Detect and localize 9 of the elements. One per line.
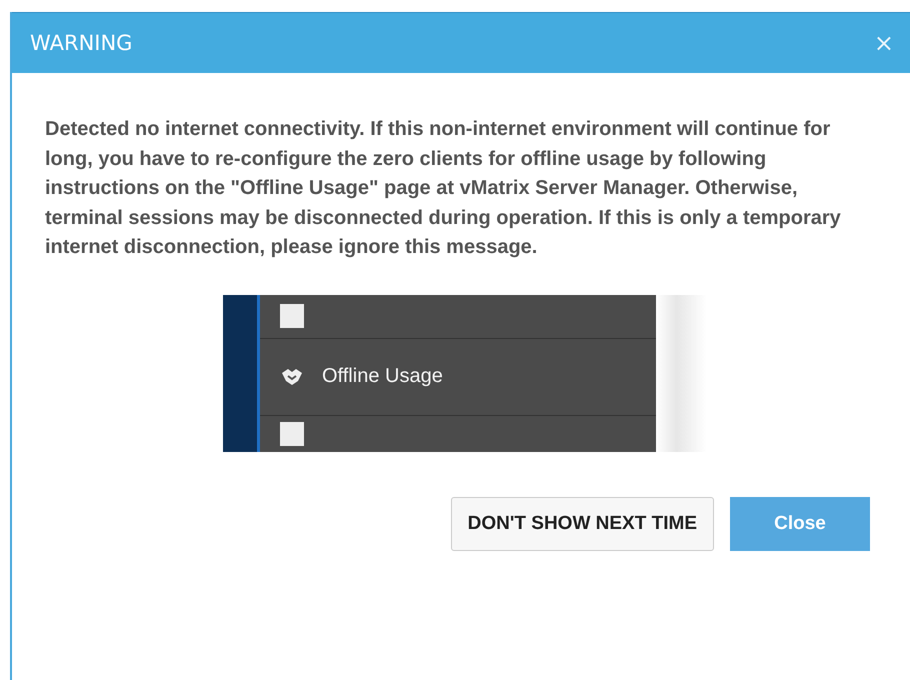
tile-icon [280, 304, 304, 328]
tile-icon [280, 422, 304, 446]
close-button[interactable]: × [870, 29, 898, 57]
menu-item-label: Offline Usage [322, 365, 443, 388]
warning-message: Detected no internet connectivity. If this non-internet environment will continue for long, you have to re-configure the zero clients for offline usage by following instructions on the "Offline Usage" page at vMatrix Server Manager. Otherwise, terminal sessions may be disconnected during operation. If this is only a temporary internet disconnection, please ignore this message. [45, 117, 842, 260]
dialog-button[interactable]: DON'T SHOW NEXT TIME [450, 496, 714, 550]
handshake-icon [280, 366, 304, 387]
dialog-button[interactable]: Close [730, 496, 870, 550]
window-title: WARNING [30, 31, 132, 55]
